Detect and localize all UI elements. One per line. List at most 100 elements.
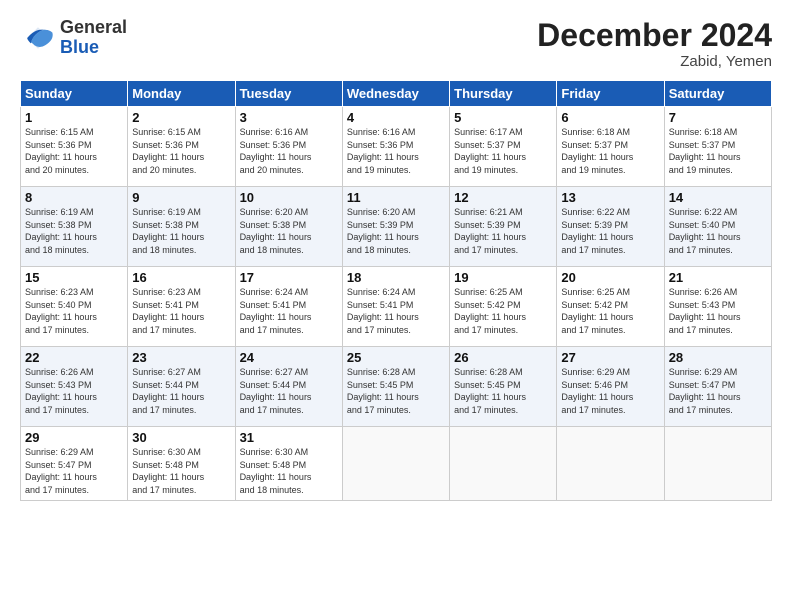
day-info: Sunrise: 6:23 AMSunset: 5:40 PMDaylight:… <box>25 286 123 336</box>
day-number: 8 <box>25 190 123 205</box>
month-year: December 2024 <box>537 18 772 53</box>
day-info: Sunrise: 6:15 AMSunset: 5:36 PMDaylight:… <box>132 126 230 176</box>
calendar-cell: 19Sunrise: 6:25 AMSunset: 5:42 PMDayligh… <box>450 267 557 347</box>
calendar-cell <box>557 427 664 500</box>
day-number: 12 <box>454 190 552 205</box>
calendar-cell: 22Sunrise: 6:26 AMSunset: 5:43 PMDayligh… <box>21 347 128 427</box>
weekday-header-row: SundayMondayTuesdayWednesdayThursdayFrid… <box>21 81 772 107</box>
calendar-body: 1Sunrise: 6:15 AMSunset: 5:36 PMDaylight… <box>21 107 772 500</box>
day-number: 9 <box>132 190 230 205</box>
calendar-cell: 15Sunrise: 6:23 AMSunset: 5:40 PMDayligh… <box>21 267 128 347</box>
day-number: 29 <box>25 430 123 445</box>
day-info: Sunrise: 6:26 AMSunset: 5:43 PMDaylight:… <box>25 366 123 416</box>
calendar-cell: 3Sunrise: 6:16 AMSunset: 5:36 PMDaylight… <box>235 107 342 187</box>
day-info: Sunrise: 6:29 AMSunset: 5:46 PMDaylight:… <box>561 366 659 416</box>
day-number: 5 <box>454 110 552 125</box>
calendar-table: SundayMondayTuesdayWednesdayThursdayFrid… <box>20 80 772 500</box>
day-info: Sunrise: 6:19 AMSunset: 5:38 PMDaylight:… <box>25 206 123 256</box>
calendar-cell: 7Sunrise: 6:18 AMSunset: 5:37 PMDaylight… <box>664 107 771 187</box>
day-number: 26 <box>454 350 552 365</box>
day-info: Sunrise: 6:18 AMSunset: 5:37 PMDaylight:… <box>561 126 659 176</box>
weekday-wednesday: Wednesday <box>342 81 449 107</box>
calendar-cell: 10Sunrise: 6:20 AMSunset: 5:38 PMDayligh… <box>235 187 342 267</box>
calendar-cell: 16Sunrise: 6:23 AMSunset: 5:41 PMDayligh… <box>128 267 235 347</box>
calendar-cell: 26Sunrise: 6:28 AMSunset: 5:45 PMDayligh… <box>450 347 557 427</box>
day-info: Sunrise: 6:18 AMSunset: 5:37 PMDaylight:… <box>669 126 767 176</box>
day-info: Sunrise: 6:22 AMSunset: 5:40 PMDaylight:… <box>669 206 767 256</box>
calendar-cell: 4Sunrise: 6:16 AMSunset: 5:36 PMDaylight… <box>342 107 449 187</box>
weekday-sunday: Sunday <box>21 81 128 107</box>
calendar-cell: 12Sunrise: 6:21 AMSunset: 5:39 PMDayligh… <box>450 187 557 267</box>
day-number: 16 <box>132 270 230 285</box>
day-info: Sunrise: 6:25 AMSunset: 5:42 PMDaylight:… <box>561 286 659 336</box>
day-info: Sunrise: 6:29 AMSunset: 5:47 PMDaylight:… <box>25 446 123 496</box>
logo: General Blue <box>20 18 127 58</box>
day-number: 20 <box>561 270 659 285</box>
day-info: Sunrise: 6:28 AMSunset: 5:45 PMDaylight:… <box>347 366 445 416</box>
calendar-cell: 21Sunrise: 6:26 AMSunset: 5:43 PMDayligh… <box>664 267 771 347</box>
day-info: Sunrise: 6:26 AMSunset: 5:43 PMDaylight:… <box>669 286 767 336</box>
calendar-cell: 20Sunrise: 6:25 AMSunset: 5:42 PMDayligh… <box>557 267 664 347</box>
day-number: 6 <box>561 110 659 125</box>
day-info: Sunrise: 6:15 AMSunset: 5:36 PMDaylight:… <box>25 126 123 176</box>
day-number: 4 <box>347 110 445 125</box>
weekday-monday: Monday <box>128 81 235 107</box>
calendar-page: General Blue December 2024 Zabid, Yemen … <box>0 0 792 612</box>
calendar-cell: 29Sunrise: 6:29 AMSunset: 5:47 PMDayligh… <box>21 427 128 500</box>
day-number: 3 <box>240 110 338 125</box>
calendar-cell <box>450 427 557 500</box>
calendar-cell: 8Sunrise: 6:19 AMSunset: 5:38 PMDaylight… <box>21 187 128 267</box>
day-number: 1 <box>25 110 123 125</box>
calendar-cell: 13Sunrise: 6:22 AMSunset: 5:39 PMDayligh… <box>557 187 664 267</box>
day-number: 13 <box>561 190 659 205</box>
day-info: Sunrise: 6:30 AMSunset: 5:48 PMDaylight:… <box>132 446 230 496</box>
day-number: 25 <box>347 350 445 365</box>
calendar-cell: 30Sunrise: 6:30 AMSunset: 5:48 PMDayligh… <box>128 427 235 500</box>
calendar-cell: 25Sunrise: 6:28 AMSunset: 5:45 PMDayligh… <box>342 347 449 427</box>
weekday-friday: Friday <box>557 81 664 107</box>
week-row-2: 8Sunrise: 6:19 AMSunset: 5:38 PMDaylight… <box>21 187 772 267</box>
day-info: Sunrise: 6:16 AMSunset: 5:36 PMDaylight:… <box>347 126 445 176</box>
week-row-1: 1Sunrise: 6:15 AMSunset: 5:36 PMDaylight… <box>21 107 772 187</box>
day-number: 15 <box>25 270 123 285</box>
day-info: Sunrise: 6:30 AMSunset: 5:48 PMDaylight:… <box>240 446 338 496</box>
day-number: 10 <box>240 190 338 205</box>
calendar-cell <box>342 427 449 500</box>
calendar-cell: 6Sunrise: 6:18 AMSunset: 5:37 PMDaylight… <box>557 107 664 187</box>
day-number: 30 <box>132 430 230 445</box>
calendar-cell: 23Sunrise: 6:27 AMSunset: 5:44 PMDayligh… <box>128 347 235 427</box>
day-number: 7 <box>669 110 767 125</box>
day-info: Sunrise: 6:24 AMSunset: 5:41 PMDaylight:… <box>240 286 338 336</box>
day-info: Sunrise: 6:16 AMSunset: 5:36 PMDaylight:… <box>240 126 338 176</box>
day-info: Sunrise: 6:17 AMSunset: 5:37 PMDaylight:… <box>454 126 552 176</box>
weekday-tuesday: Tuesday <box>235 81 342 107</box>
day-number: 31 <box>240 430 338 445</box>
day-number: 17 <box>240 270 338 285</box>
day-number: 23 <box>132 350 230 365</box>
week-row-5: 29Sunrise: 6:29 AMSunset: 5:47 PMDayligh… <box>21 427 772 500</box>
weekday-thursday: Thursday <box>450 81 557 107</box>
day-number: 21 <box>669 270 767 285</box>
day-number: 11 <box>347 190 445 205</box>
header: General Blue December 2024 Zabid, Yemen <box>20 18 772 70</box>
calendar-cell: 9Sunrise: 6:19 AMSunset: 5:38 PMDaylight… <box>128 187 235 267</box>
day-info: Sunrise: 6:25 AMSunset: 5:42 PMDaylight:… <box>454 286 552 336</box>
calendar-cell: 24Sunrise: 6:27 AMSunset: 5:44 PMDayligh… <box>235 347 342 427</box>
day-info: Sunrise: 6:19 AMSunset: 5:38 PMDaylight:… <box>132 206 230 256</box>
day-info: Sunrise: 6:28 AMSunset: 5:45 PMDaylight:… <box>454 366 552 416</box>
day-number: 2 <box>132 110 230 125</box>
day-info: Sunrise: 6:23 AMSunset: 5:41 PMDaylight:… <box>132 286 230 336</box>
day-info: Sunrise: 6:27 AMSunset: 5:44 PMDaylight:… <box>240 366 338 416</box>
day-info: Sunrise: 6:20 AMSunset: 5:38 PMDaylight:… <box>240 206 338 256</box>
day-number: 27 <box>561 350 659 365</box>
calendar-cell: 11Sunrise: 6:20 AMSunset: 5:39 PMDayligh… <box>342 187 449 267</box>
calendar-cell: 5Sunrise: 6:17 AMSunset: 5:37 PMDaylight… <box>450 107 557 187</box>
calendar-cell: 31Sunrise: 6:30 AMSunset: 5:48 PMDayligh… <box>235 427 342 500</box>
day-number: 14 <box>669 190 767 205</box>
day-info: Sunrise: 6:20 AMSunset: 5:39 PMDaylight:… <box>347 206 445 256</box>
calendar-cell: 28Sunrise: 6:29 AMSunset: 5:47 PMDayligh… <box>664 347 771 427</box>
calendar-cell: 17Sunrise: 6:24 AMSunset: 5:41 PMDayligh… <box>235 267 342 347</box>
day-info: Sunrise: 6:24 AMSunset: 5:41 PMDaylight:… <box>347 286 445 336</box>
calendar-cell: 27Sunrise: 6:29 AMSunset: 5:46 PMDayligh… <box>557 347 664 427</box>
day-number: 28 <box>669 350 767 365</box>
